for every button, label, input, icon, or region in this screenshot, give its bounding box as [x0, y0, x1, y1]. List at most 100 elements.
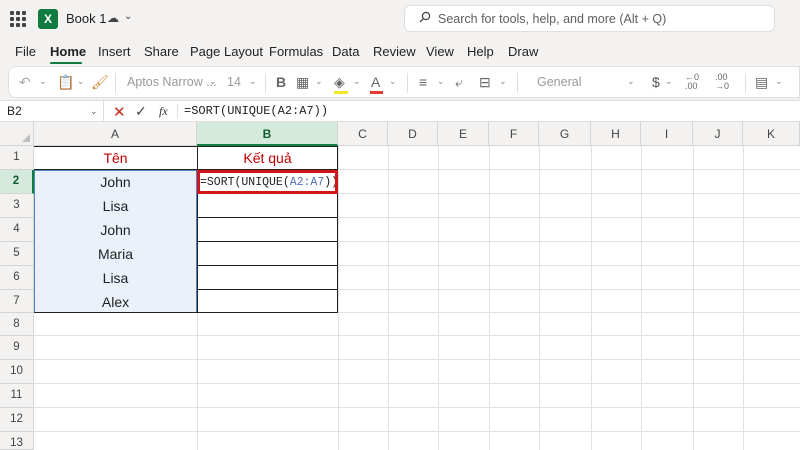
chevron-down-icon[interactable]: ⌄: [124, 11, 132, 22]
tab-file[interactable]: File: [15, 44, 36, 59]
document-title[interactable]: Book 1: [66, 11, 106, 26]
column-header-j[interactable]: J: [693, 122, 743, 146]
row-header-6[interactable]: 6: [0, 266, 34, 290]
formula-range-ref: A2:A7: [289, 175, 325, 189]
cell-a7[interactable]: Alex: [34, 290, 197, 313]
row-header-12[interactable]: 12: [0, 408, 34, 432]
enter-check-icon[interactable]: ✓: [135, 103, 147, 120]
number-format-chevron-icon[interactable]: ⌄: [627, 76, 635, 87]
select-all-button[interactable]: [0, 122, 34, 146]
cell-b1[interactable]: Kết quả: [197, 146, 338, 170]
fill-color-icon[interactable]: ◈: [334, 74, 345, 91]
column-header-k[interactable]: K: [743, 122, 800, 146]
tab-share[interactable]: Share: [144, 44, 179, 59]
gridline: [34, 383, 800, 384]
font-size-chevron-icon[interactable]: ⌄: [249, 76, 257, 87]
column-header-h[interactable]: H: [591, 122, 641, 146]
column-header-a[interactable]: A: [34, 122, 197, 146]
tab-view[interactable]: View: [426, 44, 454, 59]
tab-home[interactable]: Home: [50, 44, 86, 59]
font-color-swatch: [370, 91, 383, 94]
row-header-13[interactable]: 13: [0, 432, 34, 450]
column-header-b[interactable]: B: [197, 122, 338, 146]
increase-decimal-icon[interactable]: ←0.00: [685, 73, 699, 91]
column-header-i[interactable]: I: [641, 122, 693, 146]
column-header-c[interactable]: C: [338, 122, 388, 146]
search-icon: [419, 11, 431, 23]
merge-chevron-icon[interactable]: ⌄: [499, 76, 507, 87]
format-painter-icon[interactable]: 🖌: [91, 74, 109, 91]
excel-logo-icon: X: [38, 9, 58, 29]
row-header-3[interactable]: 3: [0, 194, 34, 218]
row-header-1[interactable]: 1: [0, 146, 34, 170]
currency-icon[interactable]: $: [652, 74, 660, 90]
bold-button[interactable]: B: [276, 74, 286, 90]
formula-input[interactable]: =SORT(UNIQUE(A2:A7)): [184, 104, 328, 118]
font-color-icon[interactable]: A: [371, 74, 380, 90]
cancel-icon[interactable]: ✕: [113, 103, 126, 121]
gridline: [34, 335, 800, 336]
formula-prefix: =SORT(UNIQUE(: [200, 175, 290, 189]
paste-icon[interactable]: 📋: [57, 74, 74, 91]
row-header-5[interactable]: 5: [0, 242, 34, 266]
column-header-e[interactable]: E: [438, 122, 489, 146]
gridline: [438, 146, 439, 450]
tab-formulas[interactable]: Formulas: [269, 44, 323, 59]
cell-a5[interactable]: Maria: [34, 242, 197, 266]
cell-a4[interactable]: John: [34, 218, 197, 242]
align-chevron-icon[interactable]: ⌄: [437, 76, 445, 87]
tab-draw[interactable]: Draw: [508, 44, 538, 59]
wrap-text-icon[interactable]: ⤶: [455, 74, 463, 91]
font-name-chevron-icon[interactable]: ⌄: [209, 76, 217, 87]
merge-cells-icon[interactable]: ⊟: [479, 74, 491, 91]
gridline: [34, 359, 800, 360]
name-box-chevron-icon[interactable]: ⌄: [90, 106, 98, 117]
font-name-select[interactable]: Aptos Narrow ...: [127, 72, 219, 94]
search-box[interactable]: [404, 5, 775, 32]
row-header-8[interactable]: 8: [0, 313, 34, 336]
decrease-decimal-icon[interactable]: .00 →0: [715, 73, 729, 91]
row-header-4[interactable]: 4: [0, 218, 34, 242]
cell-a3[interactable]: Lisa: [34, 194, 197, 218]
currency-chevron-icon[interactable]: ⌄: [665, 76, 673, 87]
tab-insert[interactable]: Insert: [98, 44, 131, 59]
tab-review[interactable]: Review: [373, 44, 416, 59]
name-box[interactable]: B2: [0, 101, 104, 121]
cell-a1[interactable]: Tên: [34, 146, 197, 170]
ribbon-divider: [265, 73, 266, 93]
cell-b2-editing[interactable]: =SORT(UNIQUE(A2:A7)): [197, 170, 338, 194]
borders-icon[interactable]: ▦: [296, 74, 309, 91]
cloud-sync-icon[interactable]: ☁: [107, 11, 119, 25]
column-header-f[interactable]: F: [489, 122, 539, 146]
cell-a2[interactable]: John: [34, 170, 197, 194]
borders-chevron-icon[interactable]: ⌄: [315, 76, 323, 87]
conditional-format-icon[interactable]: ▤: [755, 74, 768, 91]
fill-color-chevron-icon[interactable]: ⌄: [353, 76, 361, 87]
number-format-select[interactable]: General: [537, 72, 627, 94]
font-color-chevron-icon[interactable]: ⌄: [389, 76, 397, 87]
align-icon[interactable]: ≡: [419, 74, 427, 90]
row-header-11[interactable]: 11: [0, 384, 34, 408]
tab-data[interactable]: Data: [332, 44, 359, 59]
ribbon-divider: [115, 73, 116, 93]
column-header-g[interactable]: G: [539, 122, 591, 146]
row-header-2[interactable]: 2: [0, 170, 34, 194]
conditional-format-chevron-icon[interactable]: ⌄: [775, 76, 783, 87]
fill-color-swatch: [334, 91, 348, 94]
menu-tabs: File Home Insert Share Page Layout Formu…: [0, 38, 800, 64]
row-header-10[interactable]: 10: [0, 360, 34, 384]
tab-page-layout[interactable]: Page Layout: [190, 44, 263, 59]
column-header-d[interactable]: D: [388, 122, 438, 146]
undo-chevron-icon[interactable]: ⌄: [39, 76, 47, 87]
formula-suffix: )): [324, 175, 338, 189]
insert-function-button[interactable]: fx: [159, 104, 168, 119]
cell-a6[interactable]: Lisa: [34, 266, 197, 290]
tab-help[interactable]: Help: [467, 44, 494, 59]
search-input[interactable]: [438, 9, 768, 28]
row-header-7[interactable]: 7: [0, 290, 34, 313]
row-header-9[interactable]: 9: [0, 336, 34, 360]
app-launcher-icon[interactable]: [10, 11, 26, 27]
undo-icon[interactable]: ↶: [19, 74, 31, 91]
gridline: [489, 146, 490, 450]
paste-chevron-icon[interactable]: ⌄: [77, 76, 85, 87]
